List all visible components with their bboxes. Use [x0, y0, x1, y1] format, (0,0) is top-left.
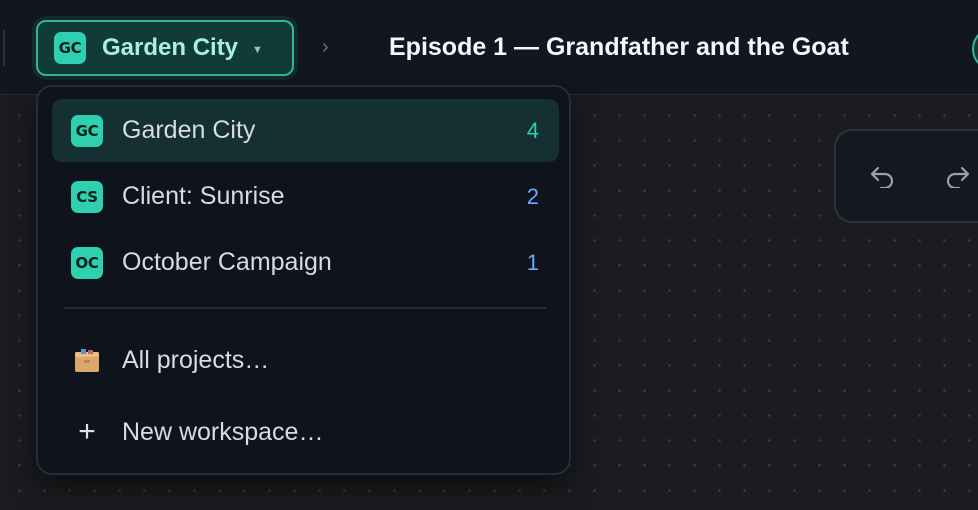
workspace-item-garden-city[interactable]: GC Garden City 4 [52, 99, 559, 162]
new-workspace-item[interactable]: + New workspace… [52, 407, 559, 457]
workspace-item-count: 1 [526, 249, 539, 275]
workspace-badge: GC [54, 32, 86, 64]
undo-button[interactable] [864, 159, 900, 195]
canvas[interactable]: GC Garden City ▼ › Episode 1 — Grandfath… [0, 0, 978, 510]
redo-icon [946, 166, 970, 188]
all-projects-label: All projects… [122, 345, 270, 374]
workspace-item-label: Garden City [122, 116, 256, 144]
menu-divider [64, 307, 547, 309]
workspace-badge: GC [71, 114, 103, 147]
workspace-item-label: October Campaign [122, 248, 332, 276]
avatar[interactable] [972, 27, 978, 71]
workspace-dropdown: GC Garden City 4 CS Client: Sunrise 2 OC… [36, 85, 571, 475]
workspace-item-client-sunrise[interactable]: CS Client: Sunrise 2 [52, 165, 559, 228]
top-bar: GC Garden City ▼ › Episode 1 — Grandfath… [0, 0, 978, 95]
new-workspace-label: New workspace… [122, 417, 324, 446]
document-title[interactable]: Episode 1 — Grandfather and the Goat [389, 33, 849, 62]
workspace-item-october-campaign[interactable]: OC October Campaign 1 [52, 231, 559, 294]
undo-icon [870, 166, 894, 188]
breadcrumb-separator: › [322, 36, 329, 58]
caret-down-icon: ▼ [252, 44, 263, 56]
folder-box-icon [71, 344, 103, 376]
workspace-name: Garden City [102, 34, 239, 61]
history-toolbar [834, 129, 978, 223]
redo-button[interactable] [940, 159, 976, 195]
toolbar-divider [3, 30, 5, 66]
workspace-badge: CS [71, 180, 103, 213]
workspace-switcher-button[interactable]: GC Garden City ▼ [36, 20, 294, 76]
plus-icon: + [78, 415, 96, 448]
workspace-item-label: Client: Sunrise [122, 182, 285, 210]
workspace-item-count: 2 [526, 183, 539, 209]
workspace-badge: OC [71, 246, 103, 279]
workspace-item-count: 4 [526, 117, 539, 143]
all-projects-item[interactable]: All projects… [52, 335, 559, 385]
